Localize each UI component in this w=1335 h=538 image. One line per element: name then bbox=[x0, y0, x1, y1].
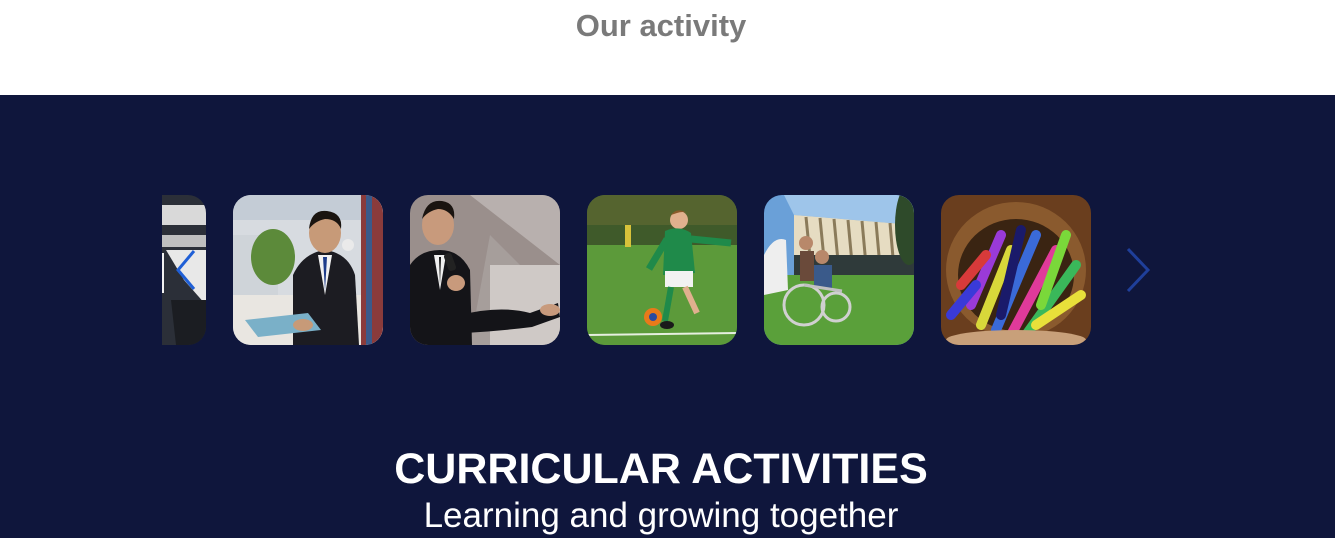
carousel-slide-boy-football[interactable] bbox=[587, 195, 737, 345]
slide-photo bbox=[233, 195, 383, 345]
carousel-slide-crayons-pot[interactable] bbox=[941, 195, 1091, 345]
banner-heading: CURRICULAR ACTIVITIES bbox=[394, 445, 928, 493]
banner-subheading: Learning and growing together bbox=[423, 496, 899, 535]
carousel-next-button[interactable] bbox=[1122, 245, 1154, 295]
activities-banner: CURRICULAR ACTIVITIES Learning and growi… bbox=[0, 95, 1335, 538]
slide-photo bbox=[941, 195, 1091, 345]
carousel-slide-student-speaking[interactable] bbox=[410, 195, 560, 345]
section-title: Our activity bbox=[575, 8, 747, 43]
carousel-slide-wheelchair-lawn[interactable] bbox=[764, 195, 914, 345]
carousel-slide-student-reading[interactable] bbox=[233, 195, 383, 345]
slide-photo bbox=[587, 195, 737, 345]
slide-photo bbox=[410, 195, 560, 345]
slide-photo bbox=[764, 195, 914, 345]
chevron-left-icon bbox=[176, 250, 196, 290]
chevron-right-icon bbox=[1126, 247, 1151, 293]
section-header: Our activity bbox=[0, 0, 1335, 95]
carousel-track bbox=[162, 195, 1102, 345]
carousel-prev-button[interactable] bbox=[170, 245, 200, 295]
